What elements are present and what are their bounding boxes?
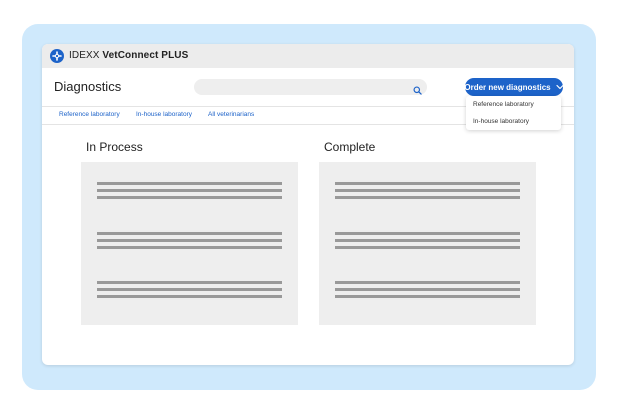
- placeholder-line: [97, 295, 282, 298]
- app-title-product: VetConnect PLUS: [102, 50, 189, 61]
- tab-all-veterinarians[interactable]: All veterinarians: [208, 111, 254, 118]
- placeholder-line: [335, 246, 520, 249]
- dropdown-item-in-house-laboratory[interactable]: In-house laboratory: [473, 118, 529, 125]
- in-process-card: [81, 162, 298, 325]
- idexx-logo-icon: [50, 49, 64, 63]
- section-title-in-process: In Process: [86, 140, 143, 154]
- dropdown-item-reference-laboratory[interactable]: Reference laboratory: [473, 101, 534, 108]
- placeholder-line: [335, 182, 520, 185]
- order-new-diagnostics-button[interactable]: Order new diagnostics: [464, 78, 564, 96]
- order-dropdown-menu: Reference laboratory In-house laboratory: [466, 96, 561, 130]
- tab-in-house-laboratory[interactable]: In-house laboratory: [136, 111, 192, 118]
- placeholder-line: [97, 189, 282, 192]
- placeholder-line: [335, 295, 520, 298]
- tab-reference-laboratory[interactable]: Reference laboratory: [59, 111, 120, 118]
- chevron-down-icon: [556, 83, 564, 92]
- search-icon[interactable]: [413, 82, 422, 100]
- app-window: IDEXX VetConnect PLUS Diagnostics Order …: [42, 44, 574, 365]
- placeholder-line: [335, 196, 520, 199]
- placeholder-line: [335, 189, 520, 192]
- app-title-prefix: IDEXX: [69, 50, 100, 61]
- app-title: IDEXX VetConnect PLUS: [69, 50, 188, 61]
- search-bar[interactable]: [194, 79, 427, 95]
- placeholder-line: [335, 232, 520, 235]
- placeholder-line: [97, 239, 282, 242]
- order-button-label: Order new diagnostics: [464, 82, 551, 92]
- search-input[interactable]: [202, 79, 402, 95]
- placeholder-line: [335, 288, 520, 291]
- placeholder-line: [97, 281, 282, 284]
- placeholder-line: [97, 246, 282, 249]
- section-title-complete: Complete: [324, 140, 376, 154]
- placeholder-line: [97, 232, 282, 235]
- placeholder-line: [97, 182, 282, 185]
- placeholder-line: [97, 288, 282, 291]
- complete-card: [319, 162, 536, 325]
- placeholder-line: [335, 239, 520, 242]
- placeholder-line: [335, 281, 520, 284]
- title-bar: IDEXX VetConnect PLUS: [42, 44, 574, 68]
- page-title: Diagnostics: [54, 79, 122, 94]
- placeholder-line: [97, 196, 282, 199]
